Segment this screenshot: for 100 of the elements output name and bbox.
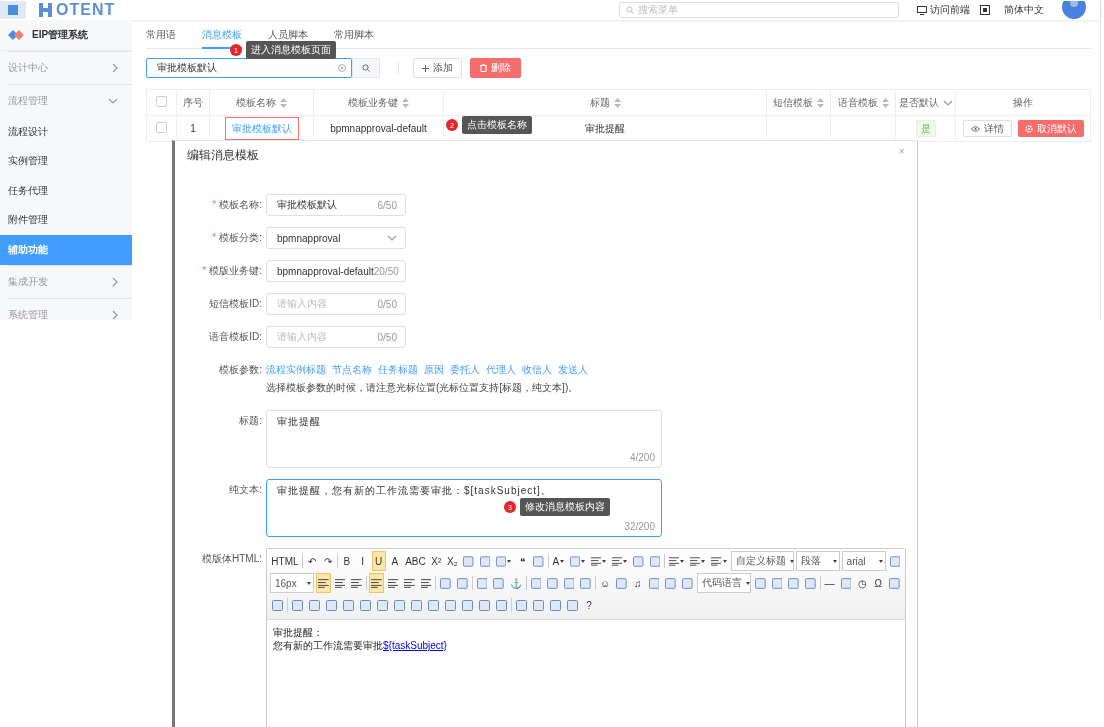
language-selector[interactable]: 简体中文 <box>1004 3 1044 17</box>
toolbar-button[interactable]: — <box>822 573 837 593</box>
toolbar-dropdown[interactable]: 代码语言 <box>696 573 752 593</box>
search-icon <box>362 64 370 72</box>
square-icon <box>411 599 422 611</box>
square-icon <box>547 577 558 589</box>
toolbar-button[interactable]: ABC <box>403 551 428 571</box>
toolbar-button[interactable]: ◷ <box>855 573 870 593</box>
square-icon <box>889 577 900 589</box>
square-icon <box>648 577 660 589</box>
lines-icon <box>404 578 415 588</box>
square-icon <box>476 577 488 589</box>
toolbar-button[interactable]: ⚓ <box>507 573 524 593</box>
toolbar-button[interactable]: ❝ <box>515 551 530 571</box>
eye-icon <box>970 125 980 132</box>
sort-icon[interactable] <box>613 97 621 108</box>
toolbar-button[interactable]: X₂ <box>445 551 460 571</box>
parameter-hint: 选择模板参数的时候，请注意光标位置(光标位置支持[标题，纯文本])。 <box>266 381 579 395</box>
square-icon <box>360 599 371 611</box>
column-header: 语音模板 <box>837 95 878 110</box>
toolbar-button[interactable]: A <box>550 551 566 571</box>
field-label: 标题: <box>238 414 262 428</box>
system-title: EIP管理系统 <box>32 28 89 42</box>
toolbar-button[interactable]: U <box>371 551 386 571</box>
sort-icon[interactable] <box>817 97 824 108</box>
square-icon <box>326 599 337 611</box>
lines-icon <box>370 578 382 588</box>
rich-text-editor[interactable]: HTML ↶ ↷ B I U A ABC X² X₂ ❝ A 自定义标题 段落 arial 16px ⚓ ☺ ♫ 代码语言 — ◷ Ω ? 审批提醒： 您有新的工作流需要审批${taskSubject} <box>266 548 906 727</box>
toolbar-button[interactable]: ♫ <box>630 573 645 593</box>
square-icon <box>755 577 766 589</box>
menu-button[interactable] <box>0 1 26 19</box>
input-field[interactable]: bpmnapproval-default20/50 <box>266 260 406 282</box>
menu-item[interactable]: 任务代理 <box>0 176 132 206</box>
square-icon <box>428 599 439 611</box>
toolbar-button[interactable]: X² <box>429 551 444 571</box>
select-all-checkbox[interactable] <box>156 96 167 107</box>
square-icon <box>292 599 303 611</box>
toolbar-button[interactable]: ☺ <box>598 573 613 593</box>
square-icon <box>569 555 580 567</box>
search-icon <box>626 6 634 14</box>
toolbar-dropdown[interactable]: arial <box>841 551 886 571</box>
toolbar-button[interactable]: HTML <box>270 551 300 571</box>
toolbar-dropdown[interactable]: 自定义标题 <box>730 551 794 571</box>
tab[interactable]: 常用语 <box>146 28 176 49</box>
toolbar-button[interactable]: ? <box>582 595 596 615</box>
field-label: 纯文本: <box>228 483 262 497</box>
input-field[interactable]: 审批模板默认 6/50 <box>266 194 406 216</box>
square-icon <box>533 555 544 567</box>
category-select[interactable]: bpmnapproval <box>266 227 406 249</box>
toolbar-button[interactable]: ↶ <box>304 551 319 571</box>
toolbar-button[interactable]: Ω <box>871 573 886 593</box>
square-icon <box>343 599 354 611</box>
tab[interactable]: 常用脚本 <box>334 28 374 49</box>
square-icon <box>550 599 561 611</box>
gear-icon <box>1024 124 1033 133</box>
column-header: 模板业务键 <box>348 95 398 110</box>
square-icon <box>771 577 783 589</box>
toolbar-button[interactable]: I <box>355 551 370 571</box>
square-icon <box>616 577 627 589</box>
square-icon <box>496 555 507 567</box>
fullscreen-icon[interactable] <box>980 5 990 15</box>
text-area[interactable]: 审批提醒 4/200 <box>266 410 662 468</box>
lines-icon <box>690 556 701 566</box>
toolbar-dropdown[interactable]: 16px <box>270 573 314 593</box>
column-header: 模板名称 <box>236 95 276 110</box>
toolbar-button[interactable] <box>368 573 384 593</box>
square-icon <box>516 599 527 611</box>
avatar-icon[interactable] <box>1062 1 1086 19</box>
sort-icon[interactable] <box>402 97 409 108</box>
column-header: 短信模板 <box>773 95 813 110</box>
sort-icon[interactable] <box>881 97 889 108</box>
toolbar-button[interactable]: A <box>387 551 402 571</box>
chevron-down-icon <box>387 235 397 241</box>
sort-icon[interactable] <box>280 97 287 108</box>
detail-button[interactable]: 详情 <box>962 120 1012 137</box>
field-label: * 模板分类: <box>211 231 262 245</box>
square-icon <box>682 577 693 589</box>
chevron-right-icon <box>112 276 118 287</box>
row-checkbox[interactable] <box>156 122 167 133</box>
square-icon <box>567 599 578 611</box>
field-label: 模版体HTML: <box>201 552 262 566</box>
field-label: 短信模板ID: <box>208 297 262 311</box>
lines-icon <box>669 556 680 566</box>
add-button[interactable]: 添加 <box>413 58 462 78</box>
clear-icon[interactable] <box>338 64 346 72</box>
visit-frontend-link[interactable]: 访问前端 <box>930 3 970 17</box>
toolbar-button[interactable]: ↷ <box>320 551 335 571</box>
menu-item[interactable]: 流程设计 <box>0 117 132 147</box>
toolbar-button[interactable] <box>316 573 331 593</box>
toolbar-button[interactable]: B <box>339 551 354 571</box>
lines-icon <box>351 578 362 588</box>
editor-paragraph: 审批提醒： <box>273 626 324 639</box>
menu-item[interactable]: 附件管理 <box>0 205 132 235</box>
lines-icon <box>590 556 602 566</box>
toolbar-dropdown[interactable]: 段落 <box>795 551 840 571</box>
variable-link[interactable]: ${taskSubject} <box>383 640 447 651</box>
menu-item[interactable]: 实例管理 <box>0 146 132 176</box>
column-header: 操作 <box>1013 95 1033 110</box>
square-icon <box>633 555 644 567</box>
search-button[interactable] <box>352 58 380 78</box>
